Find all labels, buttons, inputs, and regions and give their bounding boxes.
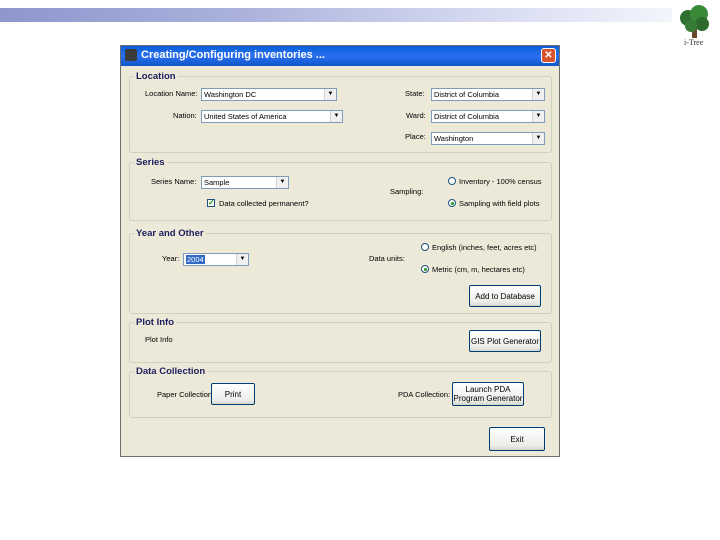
data-units-label: Data units: bbox=[369, 254, 405, 263]
add-to-database-button[interactable]: Add to Database bbox=[469, 285, 541, 307]
metric-units-radio[interactable] bbox=[421, 265, 429, 273]
ward-combo[interactable]: District of Columbia ▼ bbox=[431, 110, 545, 123]
launch-pda-generator-button[interactable]: Launch PDA Program Generator bbox=[452, 382, 524, 406]
configure-inventories-dialog: Creating/Configuring inventories ... ✕ L… bbox=[120, 45, 560, 457]
state-label: State: bbox=[405, 89, 425, 98]
plot-info-legend: Plot Info bbox=[136, 317, 174, 328]
chevron-down-icon[interactable]: ▼ bbox=[236, 254, 248, 265]
place-label: Place: bbox=[405, 132, 426, 141]
place-combo[interactable]: Washington ▼ bbox=[431, 132, 545, 145]
metric-units-label: Metric (cm, m, hectares etc) bbox=[432, 265, 525, 274]
english-units-radio[interactable] bbox=[421, 243, 429, 251]
window-title: Creating/Configuring inventories ... bbox=[141, 49, 325, 61]
chevron-down-icon[interactable]: ▼ bbox=[276, 177, 288, 188]
data-permanent-label: Data collected permanent? bbox=[219, 199, 309, 208]
nation-value: United States of America bbox=[204, 112, 287, 121]
chevron-down-icon[interactable]: ▼ bbox=[532, 111, 544, 122]
series-name-combo[interactable]: Sample ▼ bbox=[201, 176, 289, 189]
state-value: District of Columbia bbox=[434, 90, 500, 99]
nation-label: Nation: bbox=[173, 111, 197, 120]
data-collection-legend: Data Collection bbox=[136, 366, 206, 377]
sampling-label: Sampling: bbox=[390, 187, 424, 196]
print-button[interactable]: Print bbox=[211, 383, 255, 405]
location-name-combo[interactable]: Washington DC ▼ bbox=[201, 88, 337, 101]
place-value: Washington bbox=[434, 134, 474, 143]
sampling-field-plots-radio[interactable] bbox=[448, 199, 456, 207]
location-name-value: Washington DC bbox=[204, 90, 257, 99]
app-icon bbox=[125, 49, 137, 61]
series-group: Series bbox=[129, 157, 552, 221]
english-units-label: English (inches, feet, acres etc) bbox=[432, 243, 537, 252]
state-combo[interactable]: District of Columbia ▼ bbox=[431, 88, 545, 101]
series-name-value: Sample bbox=[204, 178, 230, 187]
location-name-label: Location Name: bbox=[145, 89, 198, 98]
data-permanent-checkbox[interactable]: ✓ bbox=[207, 199, 215, 207]
year-value: 2004 bbox=[186, 255, 205, 264]
sampling-field-plots-label: Sampling with field plots bbox=[459, 199, 540, 208]
ward-label: Ward: bbox=[406, 111, 426, 120]
location-legend: Location bbox=[136, 71, 176, 82]
year-other-legend: Year and Other bbox=[136, 228, 204, 239]
nation-combo[interactable]: United States of America ▼ bbox=[201, 110, 343, 123]
chevron-down-icon[interactable]: ▼ bbox=[532, 133, 544, 144]
chevron-down-icon[interactable]: ▼ bbox=[532, 89, 544, 100]
plot-info-text: Plot Info bbox=[145, 335, 173, 344]
gis-plot-generator-button[interactable]: GIS Plot Generator bbox=[469, 330, 541, 352]
exit-button[interactable]: Exit bbox=[489, 427, 545, 451]
pda-collection-label: PDA Collection: bbox=[398, 390, 451, 399]
inventory-census-radio[interactable] bbox=[448, 177, 456, 185]
paper-collection-label: Paper Collection: bbox=[157, 390, 215, 399]
slide-header-bar bbox=[0, 8, 672, 22]
series-name-label: Series Name: bbox=[151, 177, 197, 186]
inventory-census-label: Inventory - 100% census bbox=[459, 177, 542, 186]
ward-value: District of Columbia bbox=[434, 112, 500, 121]
chevron-down-icon[interactable]: ▼ bbox=[330, 111, 342, 122]
close-button[interactable]: ✕ bbox=[541, 48, 556, 63]
year-label: Year: bbox=[162, 254, 180, 263]
chevron-down-icon[interactable]: ▼ bbox=[324, 89, 336, 100]
year-combo[interactable]: 2004 ▼ bbox=[183, 253, 249, 266]
logo-text: i-Tree bbox=[684, 38, 704, 47]
title-bar[interactable]: Creating/Configuring inventories ... ✕ bbox=[121, 46, 559, 66]
series-legend: Series bbox=[136, 157, 165, 168]
